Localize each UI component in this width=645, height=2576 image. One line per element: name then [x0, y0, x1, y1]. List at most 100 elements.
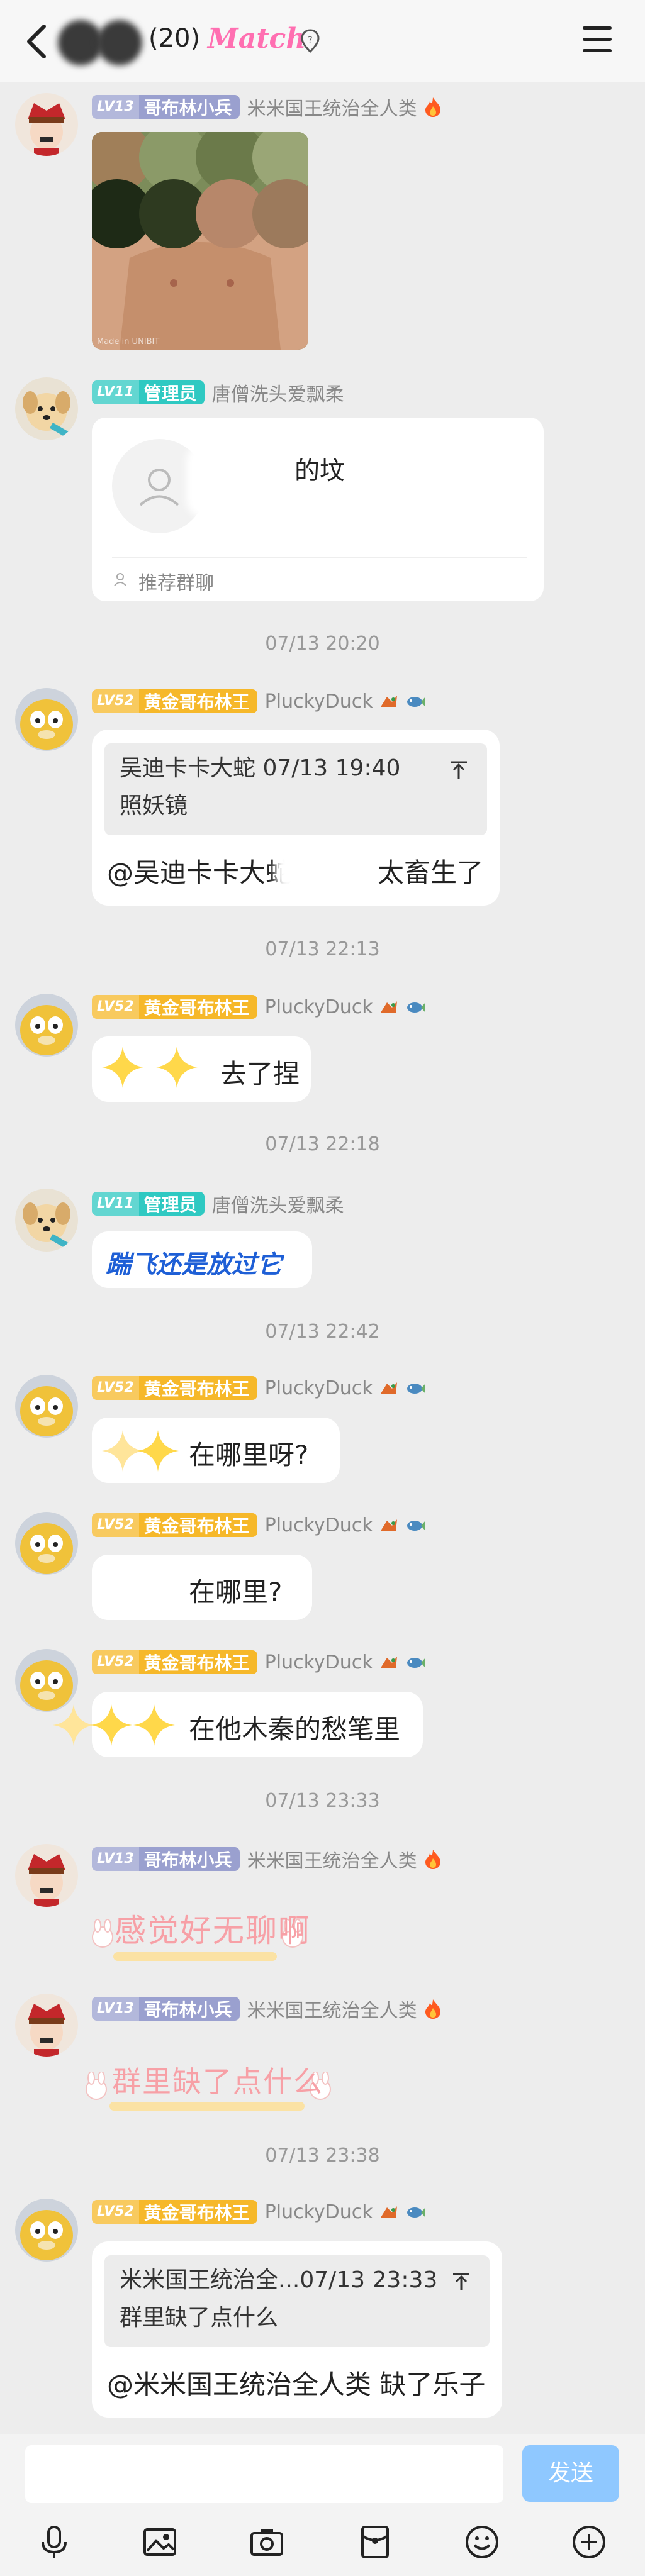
avatar-duck[interactable]	[15, 994, 78, 1057]
fish-badge-icon	[407, 2207, 425, 2218]
plus-icon[interactable]	[570, 2523, 608, 2561]
timestamp: 07/13 20:20	[265, 633, 380, 655]
sender-meta: LV13 哥布林小兵 米米国王统治全人类	[92, 1845, 442, 1873]
image-icon[interactable]	[141, 2523, 179, 2561]
message-bubble[interactable]: 踹飞还是放过它	[92, 1231, 312, 1288]
input-toolbar	[0, 2507, 645, 2576]
dragon-badge-icon	[380, 1382, 397, 1394]
sender-name[interactable]: 唐僧洗头爱飘柔	[212, 379, 344, 406]
level-badge: LV13 哥布林小兵	[92, 1997, 240, 2021]
level-badge: LV52 黄金哥布林王	[92, 2200, 257, 2224]
avatar-puppy[interactable]	[15, 377, 78, 440]
camera-icon[interactable]	[248, 2523, 286, 2561]
message-text: 太畜生了	[378, 857, 484, 888]
message-bubble[interactable]: 在哪里呀?	[92, 1418, 340, 1483]
quoted-message[interactable]: 吴迪卡卡大蛇 07/13 19:40 照妖镜	[104, 743, 487, 835]
message-text: 在哪里?	[189, 1577, 283, 1607]
fish-badge-icon	[407, 1002, 425, 1013]
sender-name[interactable]: 米米国王统治全人类	[247, 1845, 417, 1873]
sender-meta: LV52 黄金哥布林王 PluckyDuck	[92, 689, 426, 713]
sender-name[interactable]: PluckyDuck	[265, 1652, 373, 1674]
sender-name[interactable]: PluckyDuck	[265, 691, 373, 713]
redaction-blur	[276, 847, 389, 891]
quoted-message[interactable]: 米米国王统治全...07/13 23:33 群里缺了点什么	[104, 2255, 490, 2347]
fish-badge-icon	[407, 1384, 425, 1394]
dragon-badge-icon	[380, 1519, 397, 1531]
avatar-duck[interactable]	[15, 1375, 78, 1438]
message-text: 在他木秦的愁笔里	[189, 1714, 401, 1745]
level-badge: LV13 哥布林小兵	[92, 95, 240, 119]
jump-to-top-icon[interactable]	[448, 760, 469, 781]
avatar-duck[interactable]	[15, 2199, 78, 2262]
message-bubble[interactable]: 在他木秦的愁笔里	[53, 1692, 423, 1757]
sparkle-redaction-icon	[133, 1704, 175, 1746]
member-count: (20)	[149, 24, 201, 53]
message-input[interactable]	[25, 2445, 503, 2503]
red-packet-icon[interactable]	[356, 2523, 394, 2561]
sender-name[interactable]: 米米国王统治全人类	[247, 93, 417, 121]
shared-photo[interactable]: Made in UNIBIT	[92, 132, 308, 350]
sparkle-redaction-icon	[102, 1046, 143, 1088]
message-text: 在哪里呀?	[189, 1440, 309, 1470]
menu-icon[interactable]	[583, 26, 612, 53]
avatar-duck[interactable]	[15, 688, 78, 751]
sender-name[interactable]: 米米国王统治全人类	[247, 1995, 417, 2023]
user-small-icon	[114, 573, 126, 586]
avatar-king[interactable]	[15, 93, 78, 156]
sender-meta: LV52 黄金哥布林王 PluckyDuck	[92, 1376, 426, 1400]
level-badge: LV52 黄金哥布林王	[92, 995, 257, 1019]
match-logo: Match	[208, 23, 306, 55]
quote-body: 群里缺了点什么	[120, 2305, 279, 2331]
fire-icon	[425, 97, 440, 117]
avatar-duck[interactable]	[15, 1649, 78, 1712]
sticker-underline	[109, 2102, 305, 2111]
timestamp: 07/13 22:42	[265, 1321, 380, 1343]
group-card[interactable]: 的坟 推荐群聊	[92, 418, 544, 601]
sender-meta: LV52 黄金哥布林王 PluckyDuck	[92, 995, 426, 1019]
message-bubble[interactable]: 米米国王统治全...07/13 23:33 群里缺了点什么 @米米国王统治全人类…	[92, 2241, 502, 2418]
jump-to-top-icon[interactable]	[451, 2272, 472, 2293]
emoji-icon[interactable]	[463, 2523, 501, 2561]
sender-name[interactable]: PluckyDuck	[265, 996, 373, 1018]
avatar-duck[interactable]	[15, 1512, 78, 1575]
send-button[interactable]: 发送	[522, 2445, 619, 2502]
message-text: 踹飞还是放过它	[106, 1250, 282, 1279]
image-watermark: Made in UNIBIT	[97, 337, 160, 347]
location-pin-icon[interactable]: ?	[300, 28, 321, 54]
fish-badge-icon	[407, 1658, 425, 1668]
avatar-puppy[interactable]	[15, 1189, 78, 1252]
message-bubble[interactable]: 去了捏	[92, 1036, 311, 1102]
dragon-badge-icon	[380, 696, 397, 707]
sticker-message[interactable]: 群里缺了点什么	[82, 2044, 346, 2119]
fire-icon	[425, 1999, 440, 2019]
back-icon[interactable]	[21, 23, 53, 60]
level-badge: LV52 黄金哥布林王	[92, 1376, 257, 1400]
bunny-sticker-icon	[86, 2072, 107, 2100]
sender-meta: LV52 黄金哥布林王 PluckyDuck	[92, 1650, 426, 1674]
avatar-king[interactable]	[15, 1994, 78, 2057]
sender-name[interactable]: PluckyDuck	[265, 2201, 373, 2223]
message-bubble[interactable]: 在哪里?	[92, 1555, 312, 1620]
sparkle-redaction-icon	[91, 1704, 132, 1746]
microphone-icon[interactable]	[35, 2523, 73, 2561]
timestamp: 07/13 22:18	[265, 1133, 380, 1155]
dragon-badge-icon	[380, 1001, 397, 1013]
sender-name[interactable]: 唐僧洗头爱飘柔	[212, 1190, 344, 1218]
sticker-underline	[113, 1952, 277, 1961]
sticker-text: 感觉好无聊啊	[115, 1913, 311, 1949]
divider	[112, 557, 527, 558]
fish-badge-icon	[407, 1521, 425, 1531]
sender-name[interactable]: PluckyDuck	[265, 1377, 373, 1399]
sender-name[interactable]: PluckyDuck	[265, 1514, 373, 1536]
sender-meta: LV52 黄金哥布林王 PluckyDuck	[92, 2200, 426, 2224]
message-bubble[interactable]: 吴迪卡卡大蛇 07/13 19:40 照妖镜 @吴迪卡卡大蛇 太畜生了	[92, 730, 500, 906]
sender-meta: LV11 管理员 唐僧洗头爱飘柔	[92, 379, 344, 406]
timestamp: 07/13 23:33	[265, 1790, 380, 1812]
sender-meta: LV11 管理员 唐僧洗头爱飘柔	[92, 1190, 344, 1218]
dragon-badge-icon	[380, 1657, 397, 1668]
quote-header: 吴迪卡卡大蛇 07/13 19:40	[120, 755, 401, 781]
sender-meta: LV52 黄金哥布林王 PluckyDuck	[92, 1513, 426, 1537]
timestamp: 07/13 22:13	[265, 938, 380, 960]
sticker-message[interactable]: 感觉好无聊啊	[88, 1893, 315, 1968]
avatar-king[interactable]	[15, 1844, 78, 1907]
